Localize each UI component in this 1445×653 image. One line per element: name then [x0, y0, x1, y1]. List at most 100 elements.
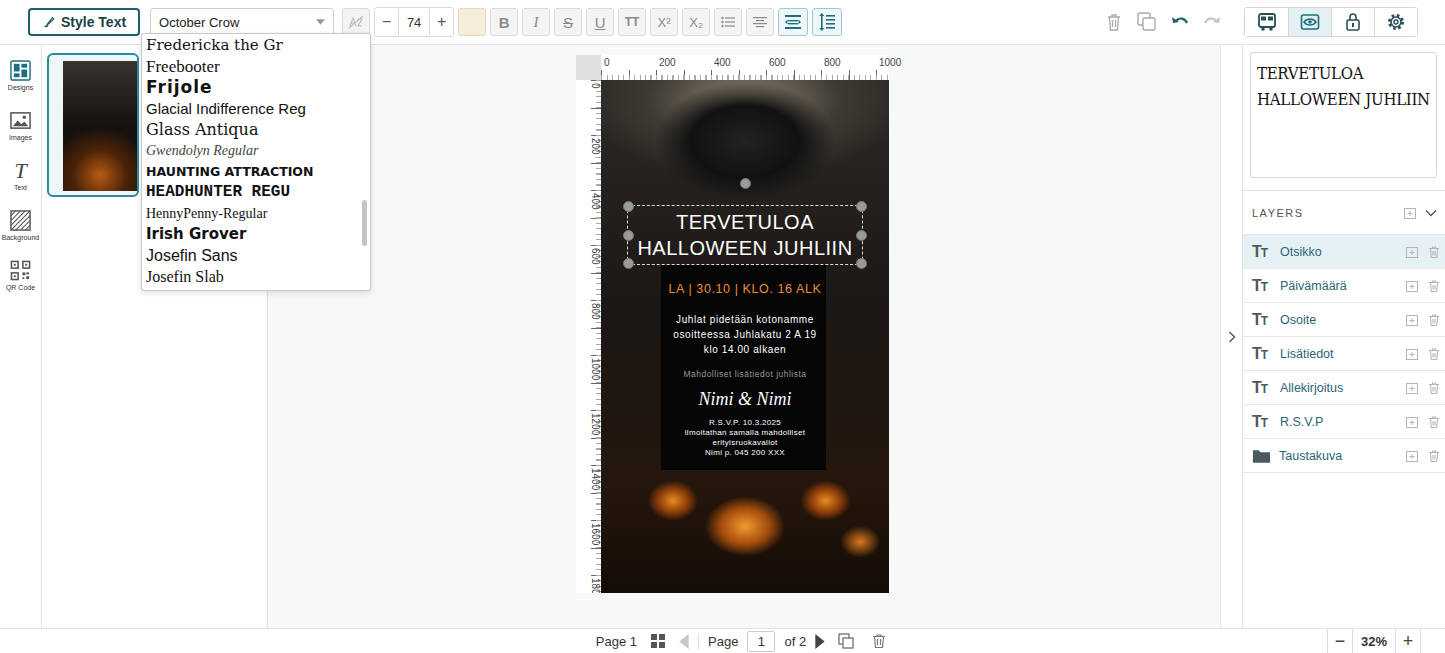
layer-lock-icon[interactable] [1405, 415, 1419, 429]
panel-collapse[interactable] [1220, 45, 1242, 628]
format-button[interactable]: X₂ [682, 8, 710, 36]
resize-handle[interactable] [623, 230, 634, 241]
view-button[interactable] [1288, 8, 1331, 36]
font-select[interactable]: October Crow [150, 8, 334, 36]
layer-row[interactable]: TTR.S.V.P [1243, 405, 1445, 439]
font-option[interactable]: Freebooter [146, 56, 356, 77]
page-number-input[interactable]: 1 [747, 631, 775, 652]
layer-trash-icon[interactable] [1427, 415, 1441, 429]
font-option[interactable]: HAUNTING ATTRACTION [146, 161, 356, 182]
text-icon: T [14, 160, 26, 181]
prev-page-icon[interactable] [679, 634, 689, 649]
format-button[interactable]: X² [650, 8, 678, 36]
layer-trash-icon[interactable] [1427, 279, 1441, 293]
layer-trash-icon[interactable] [1427, 245, 1441, 259]
layer-row[interactable]: TTAllekirjoitus [1243, 371, 1445, 405]
paragraph-button[interactable] [714, 8, 742, 36]
text-layer-icon: TT [1252, 379, 1272, 397]
delete-button[interactable] [1100, 12, 1128, 32]
designs-icon [10, 60, 31, 81]
dropdown-scrollbar[interactable] [362, 200, 367, 246]
text-element[interactable]: Nimi & Nimi [698, 389, 791, 410]
font-option[interactable]: Fredericka the Gr [146, 35, 356, 56]
paragraph-button[interactable] [812, 8, 842, 36]
font-option[interactable]: Josefin Sans [146, 245, 356, 266]
next-page-icon[interactable] [815, 634, 825, 649]
zoom-level[interactable]: 32% [1353, 634, 1395, 649]
rail-item[interactable]: Images [1, 101, 41, 149]
text-case-button[interactable] [342, 8, 370, 36]
text-color-swatch[interactable] [458, 8, 486, 36]
preview-line: TERVETULOA [1257, 58, 1430, 88]
format-button[interactable]: U [586, 8, 614, 36]
layer-trash-icon[interactable] [1427, 381, 1441, 395]
text-element[interactable]: TERVETULOAHALLOWEEN JUHLIIN [627, 205, 863, 265]
grid-icon[interactable] [650, 633, 666, 649]
layer-row[interactable]: Taustakuva [1243, 439, 1445, 473]
resize-handle[interactable] [856, 230, 867, 241]
layer-lock-icon[interactable] [1405, 313, 1419, 327]
text-element[interactable]: LA | 30.10 | KLO. 16 ALK [669, 282, 822, 296]
page-thumbnail[interactable] [47, 53, 139, 197]
format-button[interactable]: I [522, 8, 550, 36]
layer-lock-icon[interactable] [1405, 381, 1419, 395]
text-preview: TERVETULOAHALLOWEEN JUHLIIN [1250, 52, 1437, 178]
caret-down-icon [316, 19, 325, 25]
duplicate-button[interactable] [1132, 11, 1162, 33]
duplicate-page-icon[interactable] [838, 633, 854, 649]
font-option[interactable]: Glass Antiqua [146, 119, 356, 140]
layer-lock-icon[interactable] [1405, 245, 1419, 259]
layer-row[interactable]: TTOsoite [1243, 303, 1445, 337]
undo-button[interactable] [1166, 12, 1194, 32]
layer-row[interactable]: TTPäivämäärä [1243, 269, 1445, 303]
font-option[interactable]: HennyPenny-Regular [146, 203, 356, 224]
font-option[interactable]: Frijole [146, 77, 356, 98]
layer-row[interactable]: TTOtsikko [1243, 235, 1445, 269]
paragraph-button[interactable] [746, 8, 774, 36]
layer-trash-icon[interactable] [1427, 449, 1441, 463]
font-option[interactable]: Josefin Slab [146, 266, 356, 287]
rail-item[interactable]: Designs [1, 51, 41, 99]
format-button[interactable]: S [554, 8, 582, 36]
redo-button[interactable] [1198, 12, 1226, 32]
rail-item[interactable]: TText [1, 151, 41, 199]
chevron-down-icon[interactable] [1425, 207, 1437, 219]
rotate-handle[interactable] [740, 178, 751, 189]
format-button[interactable]: TT [618, 8, 646, 36]
layer-lock-icon[interactable] [1405, 347, 1419, 361]
add-layer-icon[interactable] [1403, 206, 1417, 220]
layer-row[interactable]: TTLisätiedot [1243, 337, 1445, 371]
layer-lock-icon[interactable] [1405, 279, 1419, 293]
resize-handle[interactable] [623, 258, 634, 269]
paragraph-button[interactable] [778, 8, 808, 36]
font-option[interactable]: HEADHUNTER REGU [146, 182, 356, 203]
text-element[interactable]: Juhlat pidetään kotonammeosoitteessa Juh… [673, 312, 817, 357]
resize-handle[interactable] [856, 258, 867, 269]
font-option[interactable]: Irish Grover [146, 224, 356, 245]
zoom-out-button[interactable]: − [1327, 629, 1353, 653]
layer-lock-icon[interactable] [1405, 449, 1419, 463]
rail-item[interactable]: QR Code [1, 251, 41, 299]
design-page[interactable]: TERVETULOAHALLOWEEN JUHLIIN LA | 30.10 | … [601, 80, 889, 593]
ruler-label: 800 [824, 55, 879, 80]
style-text-button[interactable]: Style Text [28, 8, 140, 36]
format-button[interactable]: B [490, 8, 518, 36]
view-button[interactable] [1374, 8, 1417, 36]
font-option[interactable]: Gwendolyn Regular [146, 140, 356, 161]
increase-size-button[interactable]: + [430, 9, 453, 35]
rail-item[interactable]: Background [1, 201, 41, 249]
view-button[interactable] [1245, 8, 1288, 36]
font-size-input[interactable]: 74 [398, 9, 430, 35]
decrease-size-button[interactable]: − [375, 9, 398, 35]
delete-page-icon[interactable] [871, 633, 887, 649]
layer-trash-icon[interactable] [1427, 313, 1441, 327]
layer-trash-icon[interactable] [1427, 347, 1441, 361]
resize-handle[interactable] [856, 201, 867, 212]
text-element[interactable]: R.S.V.P. 10.3.2025ilmoitathan samalla ma… [685, 418, 805, 458]
resize-handle[interactable] [623, 201, 634, 212]
font-option[interactable]: Glacial Indifference Reg [146, 98, 356, 119]
zoom-in-button[interactable]: + [1395, 629, 1421, 653]
text-element[interactable]: Mahdolliset lisätiedot juhlista [683, 369, 806, 379]
eye-icon [1300, 12, 1320, 32]
view-button[interactable] [1331, 8, 1374, 36]
